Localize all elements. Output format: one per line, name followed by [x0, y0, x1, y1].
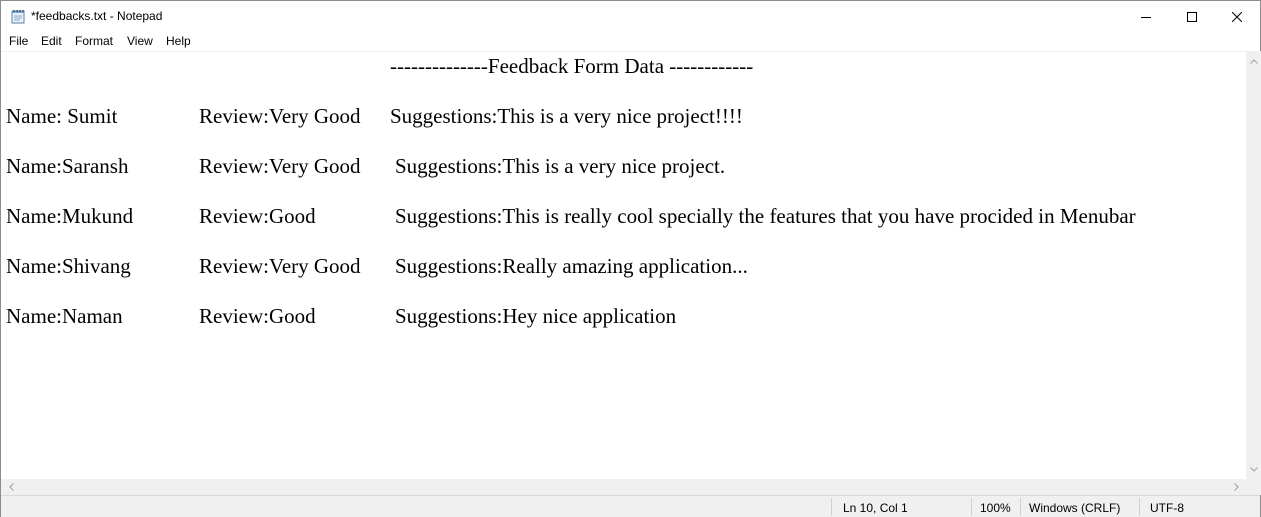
- row-name: Name: Sumit: [6, 104, 118, 128]
- notepad-icon: [11, 9, 25, 24]
- notepad-window: *feedbacks.txt - Notepad File Edit Forma…: [0, 0, 1261, 517]
- row-suggestion: Suggestions:This is a very nice project!…: [390, 104, 743, 128]
- minimize-icon: [1141, 16, 1151, 18]
- vertical-scrollbar[interactable]: [1246, 51, 1261, 479]
- minimize-button[interactable]: [1123, 1, 1169, 32]
- status-divider: [831, 498, 832, 516]
- scrollbar-corner: [1246, 479, 1261, 495]
- row-name: Name:Naman: [6, 304, 123, 328]
- row-review: Review:Good: [199, 204, 316, 228]
- line-ending: Windows (CRLF): [1029, 501, 1121, 515]
- status-bar: Ln 10, Col 1 100% Windows (CRLF) UTF-8: [1, 495, 1260, 517]
- menu-format[interactable]: Format: [75, 34, 113, 49]
- encoding: UTF-8: [1150, 501, 1184, 515]
- menu-edit[interactable]: Edit: [41, 34, 62, 49]
- row-name: Name:Saransh: [6, 154, 129, 178]
- row-name: Name:Shivang: [6, 254, 131, 278]
- status-divider: [1020, 498, 1021, 516]
- row-review: Review:Very Good: [199, 104, 361, 128]
- row-review: Review:Very Good: [199, 154, 361, 178]
- scroll-up-icon[interactable]: [1246, 53, 1261, 69]
- menu-file[interactable]: File: [9, 34, 28, 49]
- maximize-icon: [1187, 11, 1197, 22]
- scroll-left-icon[interactable]: [3, 479, 19, 495]
- row-review: Review:Very Good: [199, 254, 361, 278]
- text-editor[interactable]: --------------Feedback Form Data -------…: [1, 51, 1246, 479]
- cursor-position: Ln 10, Col 1: [843, 501, 908, 515]
- scroll-right-icon[interactable]: [1228, 479, 1244, 495]
- zoom-level: 100%: [980, 501, 1011, 515]
- row-review: Review:Good: [199, 304, 316, 328]
- menu-view[interactable]: View: [127, 34, 153, 49]
- title-bar[interactable]: *feedbacks.txt - Notepad: [1, 1, 1260, 32]
- row-name: Name:Mukund: [6, 204, 134, 228]
- row-suggestion: Suggestions:This is really cool speciall…: [395, 204, 1136, 228]
- menu-help[interactable]: Help: [166, 34, 191, 49]
- status-divider: [1139, 498, 1140, 516]
- row-suggestion: Suggestions:Hey nice application: [395, 304, 677, 328]
- horizontal-scrollbar[interactable]: [1, 479, 1246, 495]
- scroll-down-icon[interactable]: [1246, 461, 1261, 477]
- maximize-button[interactable]: [1169, 1, 1215, 32]
- close-icon: [1232, 11, 1242, 22]
- window-title: *feedbacks.txt - Notepad: [31, 9, 163, 23]
- row-suggestion: Suggestions:Really amazing application..…: [395, 254, 748, 278]
- close-button[interactable]: [1214, 1, 1260, 32]
- status-divider: [971, 498, 972, 516]
- row-suggestion: Suggestions:This is a very nice project.: [395, 154, 726, 178]
- document-heading: --------------Feedback Form Data -------…: [390, 54, 754, 78]
- menu-bar: File Edit Format View Help: [1, 32, 1260, 51]
